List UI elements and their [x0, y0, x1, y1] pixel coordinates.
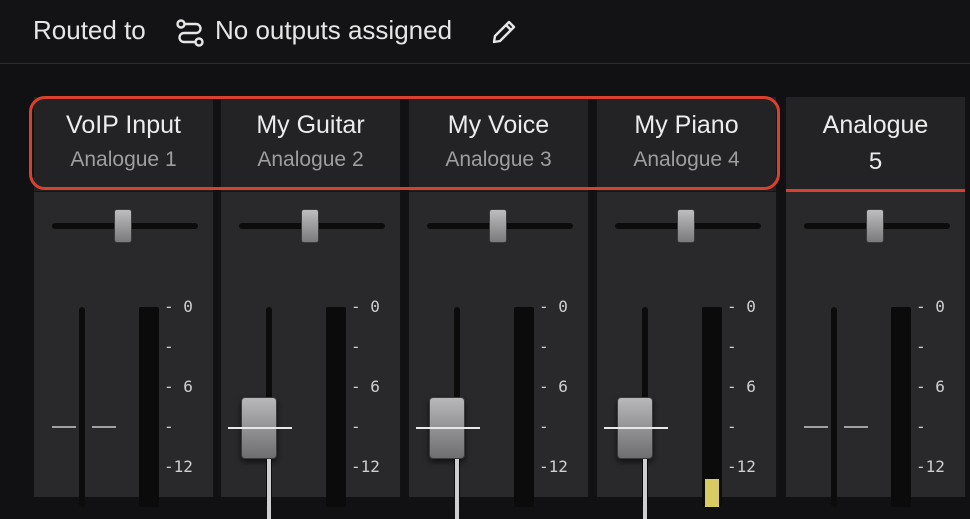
- channel-source: 5: [868, 148, 883, 175]
- channel-name: My Piano: [634, 111, 739, 139]
- db-scale-tick: - 6: [164, 377, 193, 396]
- fader-handle[interactable]: [416, 397, 480, 459]
- level-meter: [514, 307, 534, 507]
- channel-source: Analogue 2: [257, 148, 364, 171]
- db-scale-tick: -12: [351, 457, 380, 476]
- fader-track[interactable]: [831, 307, 837, 507]
- db-scale-tick: - 6: [727, 377, 756, 396]
- db-scale-tick: -: [539, 417, 549, 436]
- routed-to-label: Routed to: [33, 15, 146, 45]
- fader-handle-line: [228, 427, 292, 429]
- pan-knob[interactable]: [301, 209, 319, 243]
- pan-knob[interactable]: [677, 209, 695, 243]
- pan-knob[interactable]: [866, 209, 884, 243]
- db-scale-tick: - 0: [351, 297, 380, 316]
- db-scale: - 0 - - 6 - -12: [164, 297, 214, 507]
- channel-source: Analogue 4: [633, 148, 740, 171]
- db-scale-tick: -: [727, 337, 737, 356]
- fader-handle-line: [604, 427, 668, 429]
- fader-stem: [455, 459, 459, 519]
- fader-handle-line: [416, 427, 480, 429]
- db-scale-tick: -: [539, 337, 549, 356]
- db-scale-tick: -: [164, 417, 174, 436]
- pencil-icon[interactable]: [490, 18, 518, 46]
- db-scale-tick: - 0: [727, 297, 756, 316]
- db-scale-tick: -12: [727, 457, 756, 476]
- channel-header[interactable]: My Voice Analogue 3: [409, 97, 588, 192]
- routing-bar: Routed to No outputs assigned: [0, 0, 970, 64]
- db-scale-tick: -: [164, 337, 174, 356]
- channel-name: My Guitar: [256, 111, 365, 139]
- db-scale-tick: - 0: [164, 297, 193, 316]
- db-scale-tick: -12: [539, 457, 568, 476]
- level-meter: [326, 307, 346, 507]
- fader-stem: [267, 459, 271, 519]
- fader-handle[interactable]: [228, 397, 292, 459]
- channel-strip: VoIP Input Analogue 1 - 0 - - 6 - -12: [32, 97, 215, 507]
- pan-knob[interactable]: [489, 209, 507, 243]
- routing-value: No outputs assigned: [215, 15, 453, 45]
- fader-zero-mark: [52, 426, 76, 428]
- channel-strip: My Piano Analogue 4 - 0 - - 6 - -12: [595, 97, 778, 519]
- mixer-area: VoIP Input Analogue 1- 0-- 6- -12 My Guitar…: [0, 65, 970, 519]
- route-icon: [176, 19, 204, 47]
- db-scale-tick: -: [916, 417, 926, 436]
- db-scale-tick: -: [916, 337, 926, 356]
- channel-strip: My Voice Analogue 3 - 0 - - 6 - -12: [407, 97, 590, 519]
- db-scale: - 0 - - 6 - -12: [351, 297, 401, 507]
- pan-knob[interactable]: [114, 209, 132, 243]
- fader-track[interactable]: [79, 307, 85, 507]
- db-scale: - 0 - - 6 - -12: [727, 297, 777, 507]
- db-scale-tick: - 0: [539, 297, 568, 316]
- channel-header[interactable]: My Guitar Analogue 2: [221, 97, 400, 192]
- db-scale-tick: -: [727, 417, 737, 436]
- fader-zero-mark: [844, 426, 868, 428]
- db-scale-tick: -12: [164, 457, 193, 476]
- channel-header[interactable]: My Piano Analogue 4: [597, 97, 776, 192]
- channel-header[interactable]: VoIP Input Analogue 1: [34, 97, 213, 192]
- level-meter: [891, 307, 911, 507]
- channel-strip: Analogue 5 - 0 - - 6 - -12: [784, 97, 967, 507]
- db-scale-tick: -12: [916, 457, 945, 476]
- db-scale-tick: - 6: [351, 377, 380, 396]
- channel-header[interactable]: Analogue 5: [786, 97, 965, 192]
- db-scale: - 0 - - 6 - -12: [539, 297, 589, 507]
- db-scale-tick: -: [351, 337, 361, 356]
- db-scale-tick: - 6: [539, 377, 568, 396]
- db-scale-tick: - 6: [916, 377, 945, 396]
- channel-source: Analogue 3: [445, 148, 552, 171]
- channel-name: Analogue: [822, 111, 929, 139]
- db-scale-tick: - 0: [916, 297, 945, 316]
- db-scale: - 0 - - 6 - -12: [916, 297, 966, 507]
- fader-stem: [643, 459, 647, 519]
- fader-zero-mark: [92, 426, 116, 428]
- channel-name: My Voice: [447, 111, 550, 139]
- channel-strip: My Guitar Analogue 2 - 0 - - 6 - -12: [219, 97, 402, 519]
- fader-zero-mark: [804, 426, 828, 428]
- db-scale-tick: -: [351, 417, 361, 436]
- level-meter: [139, 307, 159, 507]
- fader-handle[interactable]: [604, 397, 668, 459]
- channel-name: VoIP Input: [66, 111, 181, 139]
- level-meter-fill: [705, 479, 719, 507]
- channel-source: Analogue 1: [70, 148, 177, 171]
- level-meter: [702, 307, 722, 507]
